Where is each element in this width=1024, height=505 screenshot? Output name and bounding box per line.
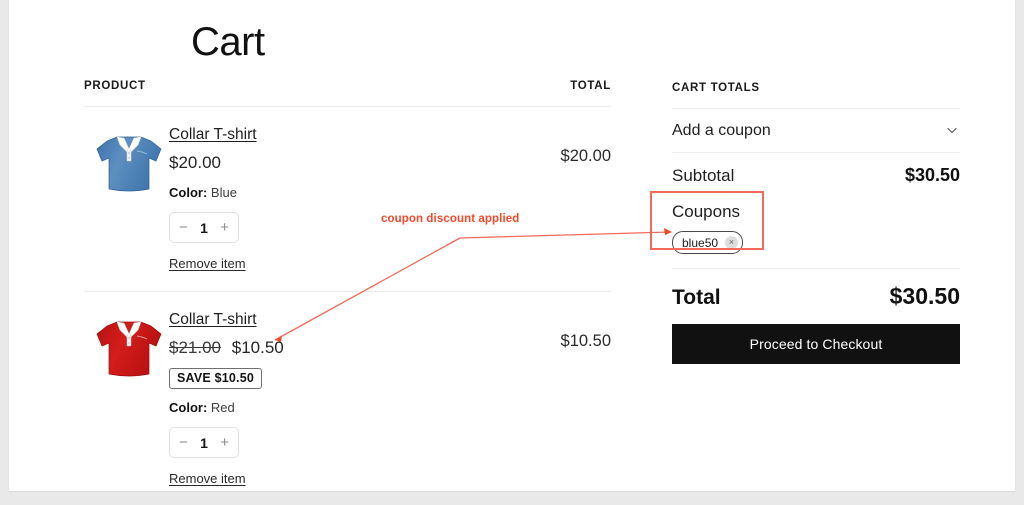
cart-page: Cart PRODUCT TOTAL Collar T-shirt $20.00…	[8, 0, 1016, 492]
product-name-link[interactable]: Collar T-shirt	[169, 310, 257, 330]
variant-label: Color:	[169, 185, 208, 200]
add-coupon-row[interactable]: Add a coupon	[672, 109, 960, 152]
increment-button[interactable]: +	[220, 435, 229, 450]
cart-items-table: PRODUCT TOTAL Collar T-shirt $20.00 Colo…	[84, 80, 611, 491]
total-label: Total	[672, 286, 721, 309]
quantity-value[interactable]: 1	[200, 220, 208, 236]
annotation-label: coupon discount applied	[381, 213, 520, 225]
column-header-total: TOTAL	[570, 80, 611, 92]
annotation-highlight-box	[650, 191, 764, 250]
chevron-down-icon	[947, 127, 957, 134]
remove-item-link[interactable]: Remove item	[169, 256, 246, 271]
table-row: Collar T-shirt $20.00 Color: Blue − 1 + …	[84, 107, 611, 291]
grand-total-row: Total $30.50	[672, 269, 960, 324]
table-row: Collar T-shirt $21.00 $10.50 SAVE $10.50…	[84, 292, 611, 491]
quantity-stepper[interactable]: − 1 +	[169, 212, 239, 243]
quantity-stepper[interactable]: − 1 +	[169, 427, 239, 458]
polo-shirt-icon	[96, 321, 162, 377]
variant-label: Color:	[169, 400, 208, 415]
polo-shirt-icon	[96, 136, 162, 192]
line-total: $20.00	[560, 147, 611, 165]
product-price-current: $10.50	[231, 338, 284, 357]
table-header-row: PRODUCT TOTAL	[84, 80, 611, 106]
line-total: $10.50	[560, 332, 611, 350]
variant-value: Blue	[210, 185, 237, 200]
page-title: Cart	[191, 20, 265, 64]
subtotal-label: Subtotal	[672, 166, 735, 185]
decrement-button[interactable]: −	[179, 220, 188, 235]
column-header-product: PRODUCT	[84, 80, 146, 92]
product-details: Collar T-shirt $21.00 $10.50 SAVE $10.50…	[169, 310, 499, 488]
product-details: Collar T-shirt $20.00 Color: Blue − 1 + …	[169, 125, 499, 273]
subtotal-row: Subtotal $30.50	[672, 153, 960, 196]
product-variant: Color: Red	[169, 399, 499, 417]
product-image-blue-shirt[interactable]	[91, 127, 167, 199]
quantity-value[interactable]: 1	[200, 435, 208, 451]
save-badge: SAVE $10.50	[169, 368, 263, 389]
product-image-red-shirt[interactable]	[91, 312, 167, 384]
decrement-button[interactable]: −	[179, 435, 188, 450]
add-coupon-label: Add a coupon	[672, 121, 771, 139]
product-variant: Color: Blue	[169, 184, 499, 202]
total-value: $30.50	[889, 283, 960, 309]
product-name-link[interactable]: Collar T-shirt	[169, 125, 257, 145]
cart-totals-heading: CART TOTALS	[672, 82, 760, 94]
product-price-current: $20.00	[169, 153, 221, 172]
product-price: $20.00	[169, 152, 499, 174]
subtotal-value: $30.50	[904, 165, 960, 185]
proceed-to-checkout-button[interactable]: Proceed to Checkout	[672, 324, 960, 364]
product-price: $21.00 $10.50	[169, 337, 499, 359]
product-price-original: $21.00	[169, 338, 221, 357]
variant-value: Red	[210, 400, 235, 415]
increment-button[interactable]: +	[220, 220, 229, 235]
remove-item-link[interactable]: Remove item	[169, 471, 246, 486]
